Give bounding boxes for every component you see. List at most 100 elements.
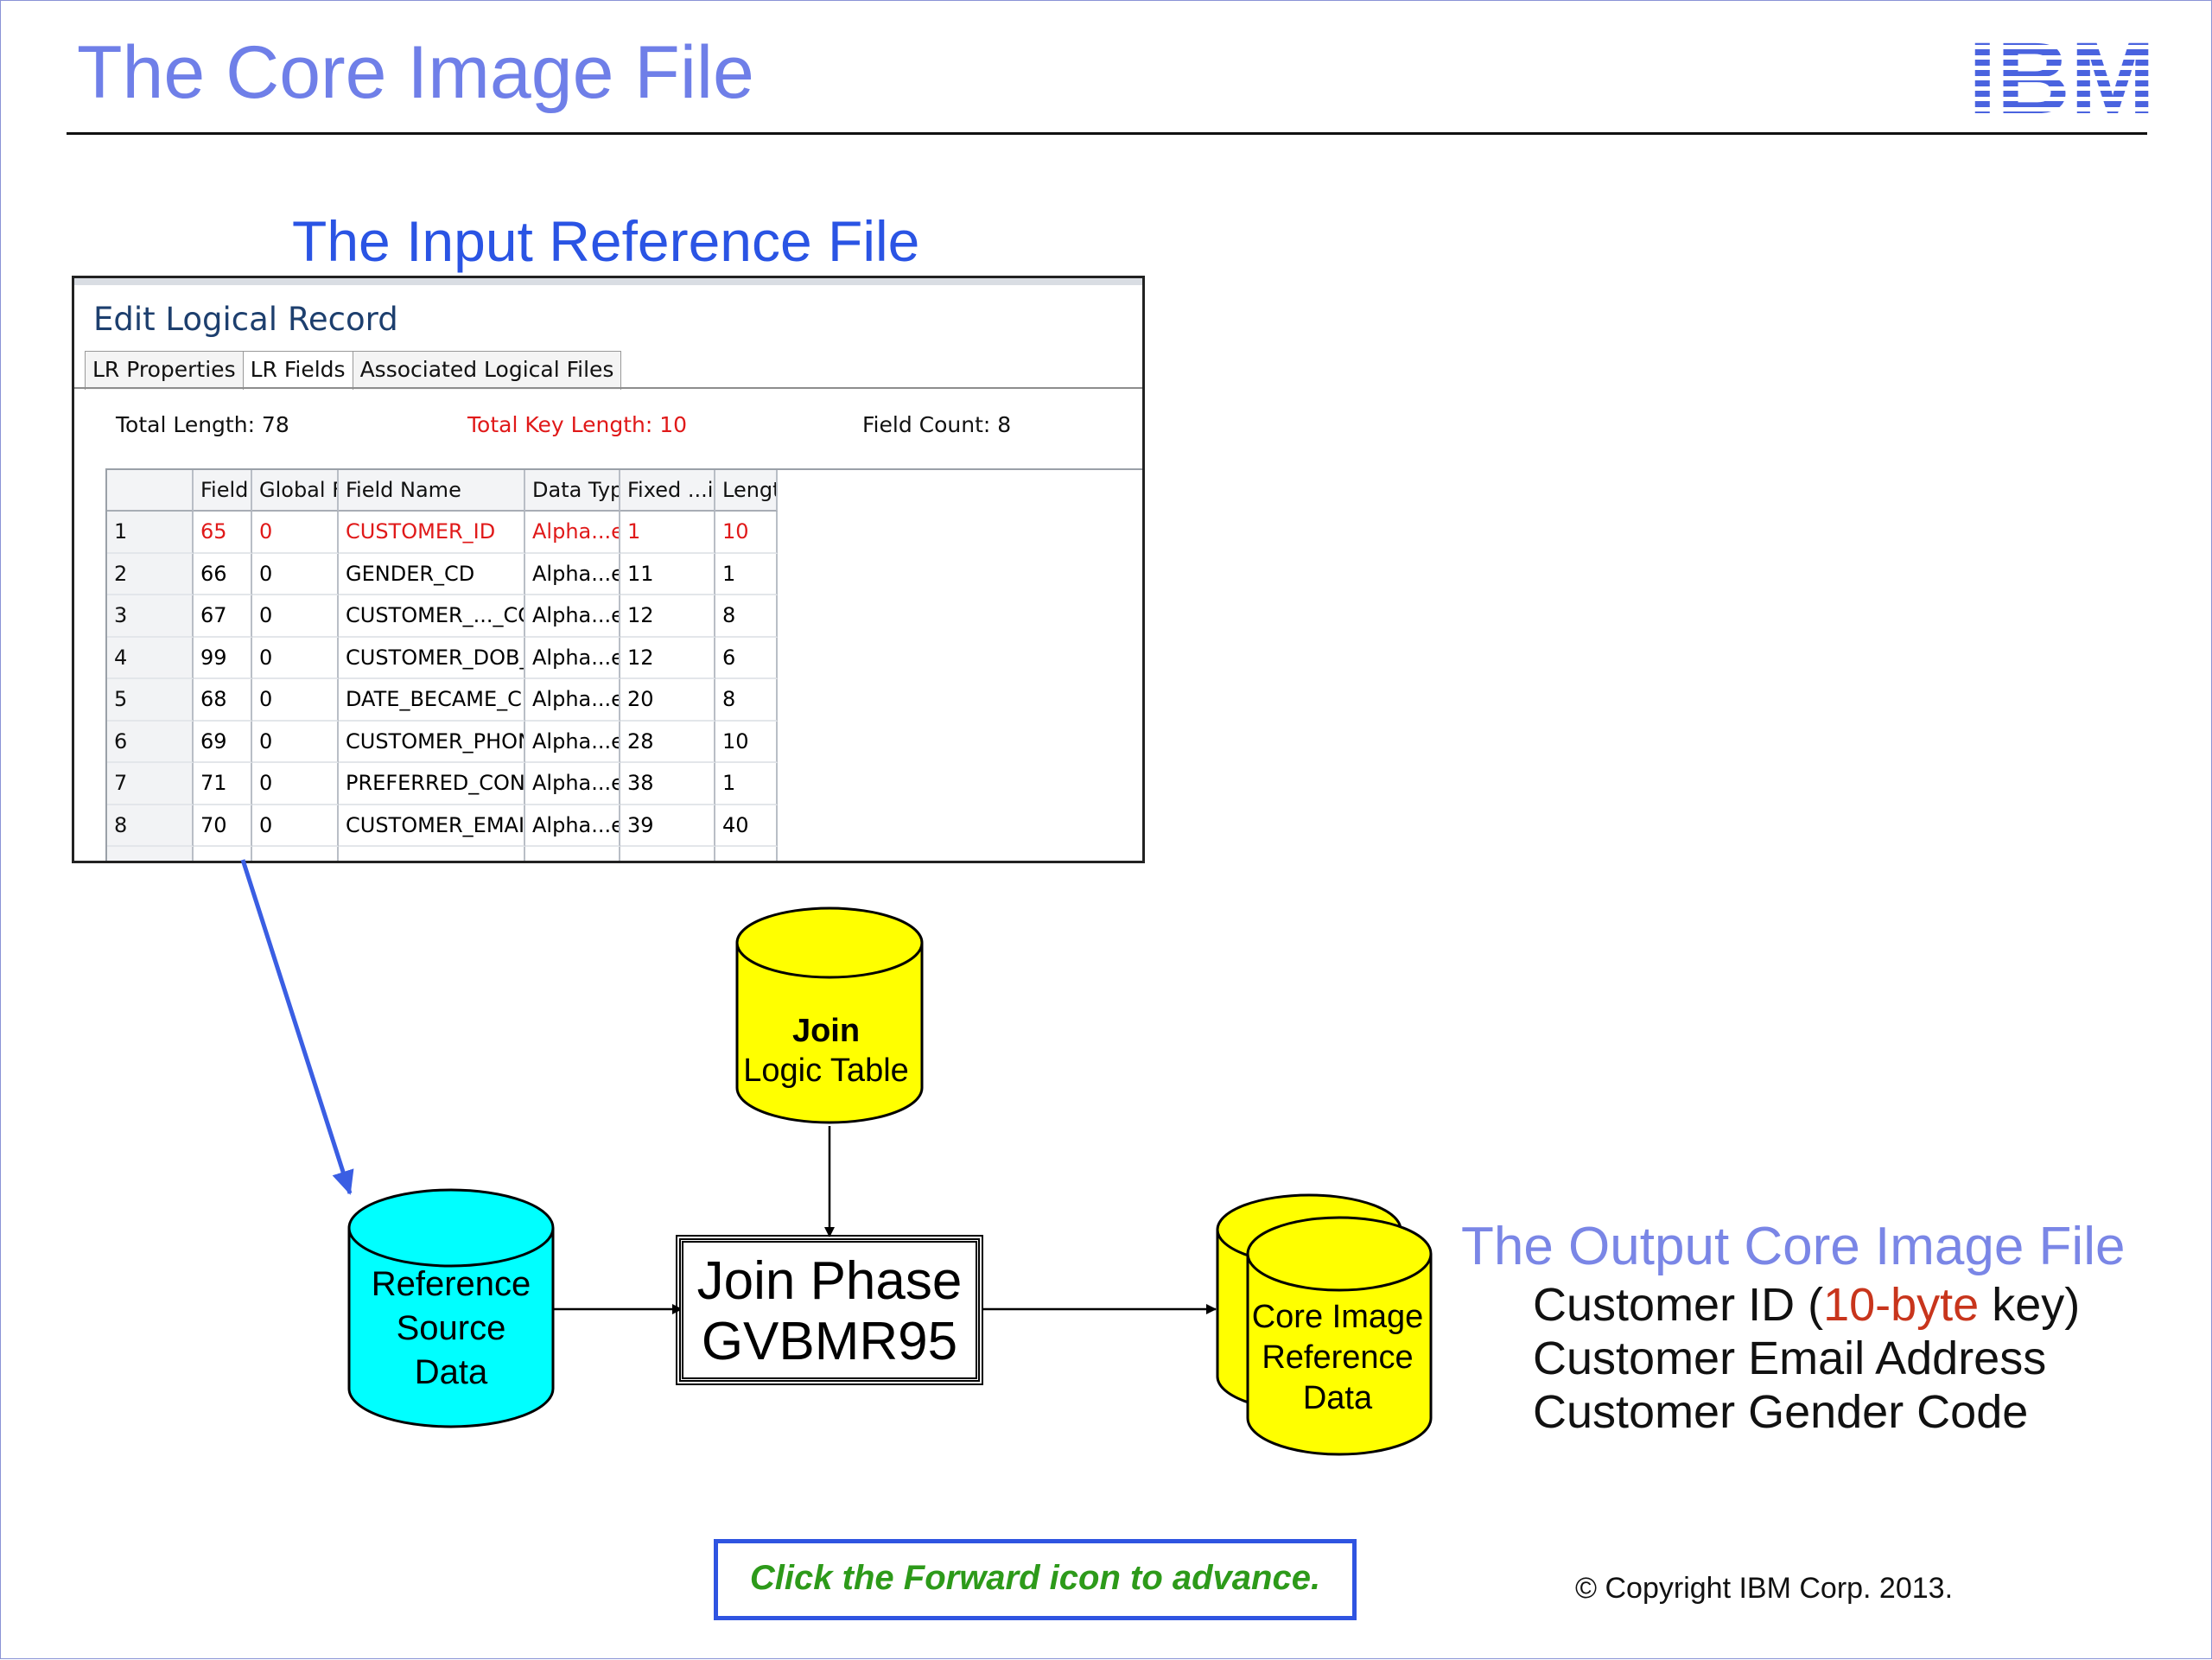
column-header: Field Id [194,470,252,512]
output-item-gender: Customer Gender Code [1533,1386,2029,1438]
total-length: Total Length: 78 [116,412,289,437]
grid-cell: CUSTOMER_ID [339,512,525,554]
tab-associated-logical-files[interactable]: Associated Logical Files [352,351,622,390]
fields-grid: Field IdGlobal FieldField NameData TypeF… [105,468,1142,861]
row-number: 2 [107,553,194,595]
table-row[interactable]: 2660GENDER_CDAlpha...eric111 [107,553,1142,595]
output-item-email: Customer Email Address [1533,1332,2047,1384]
core-image-line-1: Core Image [1251,1299,1424,1335]
grid-cell: 8 [715,679,778,722]
grid-cell: Alpha...eric [525,721,620,763]
grid-cell: Alpha...eric [525,512,620,554]
grid-cell: 12 [620,637,715,679]
output-item-1-key: 10-byte [1823,1279,1980,1331]
grid-cell: PREFERRED_CONTACT_CD [339,763,525,805]
grid-cell: DATE_BECAME_CUSTOMER [339,679,525,722]
grid-cell: 69 [194,721,252,763]
row-number: 3 [107,595,194,638]
tab-underline [74,387,1142,389]
grid-cell: CUSTOMER_..._CCYYMMDD [339,595,525,638]
grid-cell: 66 [194,553,252,595]
table-row[interactable]: 3670CUSTOMER_..._CCYYMMDDAlpha...eric128 [107,595,1142,638]
grid-cell: 40 [715,805,778,847]
table-row[interactable]: 4990CUSTOMER_DOB_CCYYMMAlpha...eric126 [107,637,1142,679]
output-item-1-suffix: key) [1979,1279,2081,1331]
grid-cell: 0 [252,637,339,679]
grid-cell: 0 [252,721,339,763]
total-key-length: Total Key Length: 10 [467,412,688,437]
grid-cell: Alpha...eric [525,805,620,847]
row-number: 7 [107,763,194,805]
tab-lr-properties[interactable]: LR Properties [85,351,244,390]
grid-cell: 8 [715,595,778,638]
field-count: Field Count: 8 [862,412,1012,437]
panel-title: Edit Logical Record [93,301,398,338]
grid-corner-cell [107,470,194,512]
grid-cell: 65 [194,512,252,554]
slide-title: The Core Image File [77,31,754,114]
grid-cell-empty [339,847,525,861]
grid-cell: 0 [252,553,339,595]
join-phase-line-2: GVBMR95 [701,1312,958,1371]
table-row[interactable]: 5680DATE_BECAME_CUSTOMERAlpha...eric208 [107,679,1142,722]
reference-source-line-3: Data [414,1353,488,1391]
grid-cell: 12 [620,595,715,638]
core-image-label: Core Image Reference Data [1247,1297,1428,1419]
grid-cell: 1 [715,553,778,595]
grid-cell: GENDER_CD [339,553,525,595]
grid-cell: 0 [252,512,339,554]
grid-cell: 10 [715,512,778,554]
row-number: 6 [107,721,194,763]
grid-cell: 0 [252,763,339,805]
row-number: 8 [107,805,194,847]
grid-cell-empty [194,847,252,861]
row-number: 4 [107,637,194,679]
tab-lr-fields[interactable]: LR Fields [242,351,353,390]
row-number: 5 [107,679,194,722]
column-header: Fixed ...ition [620,470,715,512]
grid-header-row: Field IdGlobal FieldField NameData TypeF… [107,470,1142,512]
grid-cell: Alpha...eric [525,763,620,805]
ibm-logo-text: IBM [1968,39,2155,117]
grid-cell-empty [107,847,194,861]
grid-cell: 0 [252,595,339,638]
table-row[interactable]: 8700CUSTOMER_EMAIL_ADDRAlpha...eric3940 [107,805,1142,847]
join-phase-line-1: Join Phase [696,1251,963,1311]
input-file-title: The Input Reference File [292,209,920,273]
grid-cell: Alpha...eric [525,595,620,638]
ibm-logo: IBM [1968,39,2155,117]
grid-cell: 1 [715,763,778,805]
blue-reference-arrow [240,859,354,1195]
grid-cell-empty [715,847,778,861]
column-header: Global Field [252,470,339,512]
grid-cell: 39 [620,805,715,847]
table-row[interactable]: 6690CUSTOMER_PHONE_NUM_1Alpha...eric2810 [107,721,1142,763]
edit-logical-record-panel: Edit Logical Record LR Properties LR Fie… [72,276,1145,863]
grid-cell: CUSTOMER_PHONE_NUM_1 [339,721,525,763]
grid-cell-empty [252,847,339,861]
forward-hint-text: Click the Forward icon to advance. [749,1559,1321,1597]
output-item-1-prefix: Customer ID ( [1533,1279,1824,1331]
panel-top-strip [74,278,1142,285]
grid-cell: 0 [252,679,339,722]
grid-cell: Alpha...eric [525,679,620,722]
grid-cell: 0 [252,805,339,847]
grid-cell: 70 [194,805,252,847]
grid-cell-empty [620,847,715,861]
join-logic-table-label: Logic Table [743,1053,909,1089]
slide: The Core Image File IBM The Input Refere… [0,0,2212,1659]
grid-cell: 1 [620,512,715,554]
grid-cell: Alpha...eric [525,553,620,595]
grid-cell: CUSTOMER_DOB_CCYYMM [339,637,525,679]
grid-cell: 99 [194,637,252,679]
table-row[interactable]: 7710PREFERRED_CONTACT_CDAlpha...eric381 [107,763,1142,805]
grid-cell: 20 [620,679,715,722]
grid-cell: 67 [194,595,252,638]
reference-source-line-2: Source [396,1309,506,1347]
reference-source-line-1: Reference [371,1265,531,1303]
column-header: Field Name [339,470,525,512]
title-divider [67,132,2147,135]
copyright: © Copyright IBM Corp. 2013. [1575,1572,1954,1605]
grid-cell: 11 [620,553,715,595]
table-row[interactable]: 1650CUSTOMER_IDAlpha...eric110 [107,512,1142,554]
